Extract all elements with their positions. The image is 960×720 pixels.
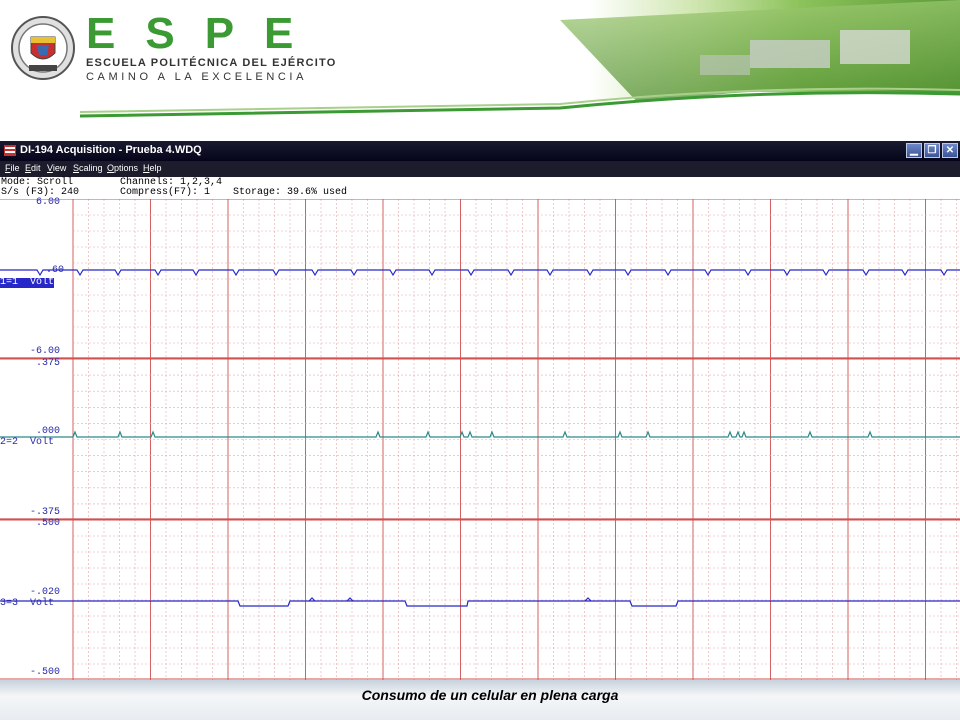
trace-ch1 [0, 269, 960, 277]
ch2-bottom-value: -.375 [30, 507, 61, 518]
waveform-grid [0, 199, 960, 680]
trace-ch3 [0, 600, 960, 607]
trace-ch2 [0, 430, 960, 438]
close-button[interactable]: ✕ [942, 143, 958, 158]
ch3-label[interactable]: 3=3 Volt [0, 599, 54, 609]
ch1-bottom-value: -6.00 [30, 346, 61, 357]
ch1-top-value: 6.00 [36, 197, 61, 208]
ch3-top-value: .500 [36, 518, 61, 529]
ch1-label[interactable]: 1=1 Volt [0, 278, 55, 288]
status-storage: Storage: 39.6% used [233, 187, 348, 198]
status-compress[interactable]: Compress(F7): 1 [120, 188, 210, 198]
menu-file[interactable]: File [5, 163, 20, 173]
restore-button[interactable]: ❐ [924, 143, 940, 158]
ch3-center-value: -.020 [30, 587, 61, 598]
menu-edit[interactable]: Edit [25, 163, 41, 173]
window-title: DI-194 Acquisition - Prueba 4.WDQ [20, 144, 202, 156]
slide-caption: Consumo de un celular en plena carga [361, 687, 619, 703]
ch2-center-value: .000 [36, 426, 61, 437]
waveform-display[interactable]: 6.00 .60 1=1 Volt -6.00 .375 .000 2=2 Vo… [0, 197, 960, 680]
menu-view[interactable]: View [47, 163, 66, 173]
brand-name: ESPE [86, 9, 324, 58]
app-icon [4, 145, 16, 156]
menu-scaling[interactable]: Scaling [73, 163, 103, 173]
window-titlebar[interactable]: DI-194 Acquisition - Prueba 4.WDQ ▁ ❐ ✕ [0, 141, 960, 161]
brand-motto: CAMINO A LA EXCELENCIA [86, 71, 308, 83]
ch2-top-value: .375 [36, 358, 61, 369]
espe-seal-logo [11, 16, 75, 80]
ch2-label[interactable]: 2=2 Volt [0, 438, 54, 448]
menu-help[interactable]: Help [143, 163, 162, 173]
ch3-bottom-value: -.500 [30, 667, 61, 678]
espe-banner: ESPE ESCUELA POLITÉCNICA DEL EJÉRCITO CA… [0, 0, 960, 140]
menu-bar: File Edit View Scaling Options Help [0, 161, 960, 177]
minimize-button[interactable]: ▁ [906, 143, 922, 158]
ch1-center-value: .60 [46, 265, 65, 276]
status-panel: Mode: Scroll S/s (F3): 240 Channels: 1,2… [0, 177, 960, 199]
brand-subtitle: ESCUELA POLITÉCNICA DEL EJÉRCITO [86, 57, 337, 69]
menu-options[interactable]: Options [107, 163, 138, 173]
